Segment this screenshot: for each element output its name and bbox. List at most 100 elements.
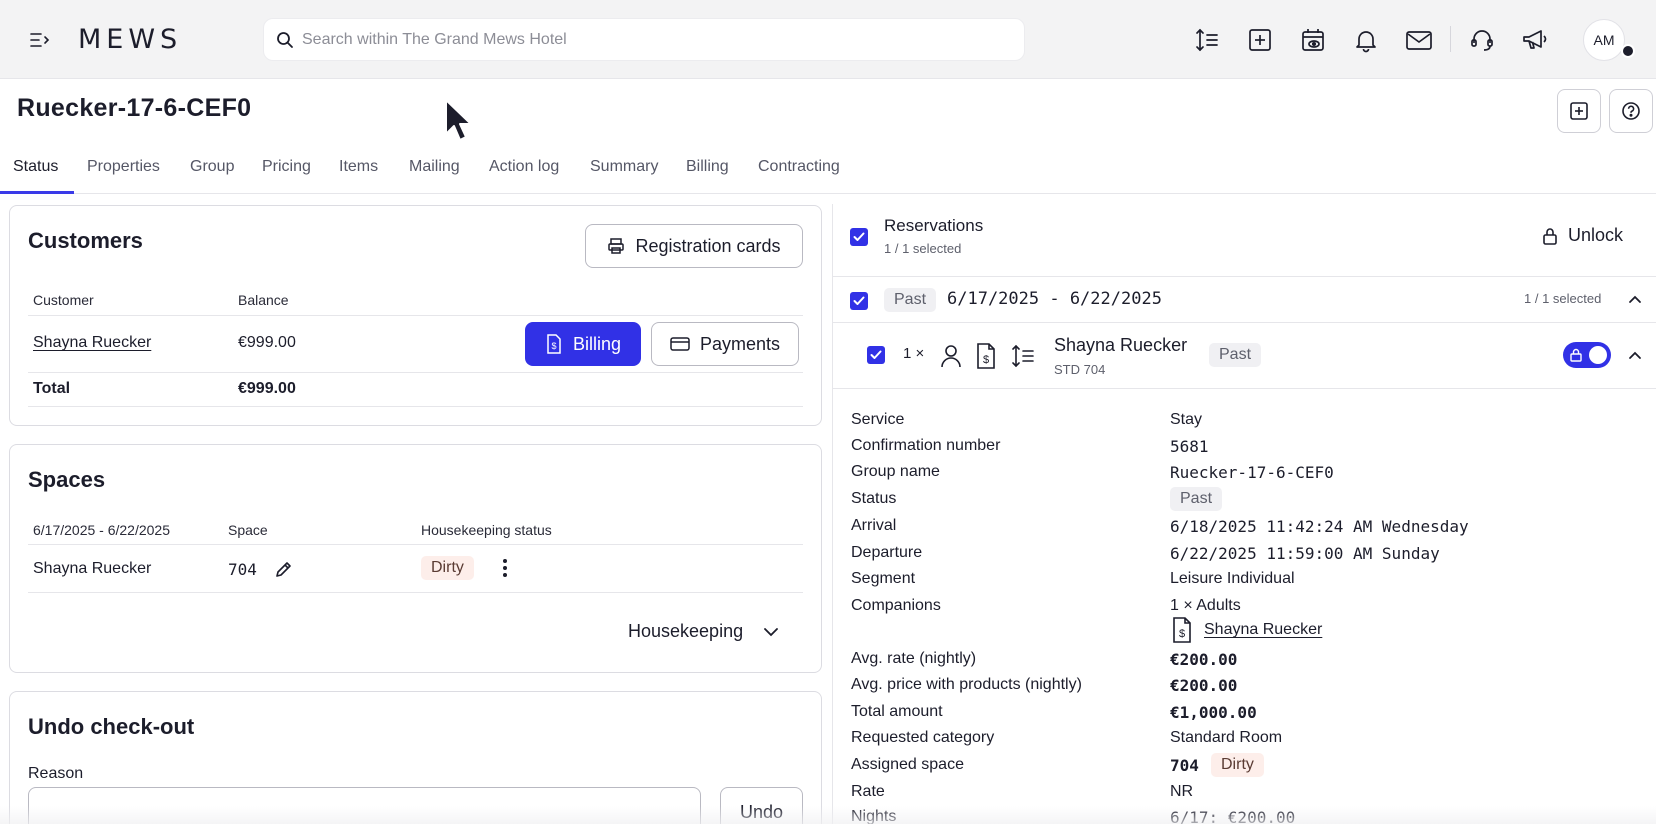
chevron-up-icon[interactable] (1627, 291, 1643, 307)
lock-toggle[interactable] (1563, 342, 1611, 368)
group-dates: 6/17/2025 - 6/22/2025 (947, 289, 1162, 309)
person-icon (940, 344, 962, 368)
space-guest: Shayna Ruecker (33, 560, 152, 577)
sort-lines-icon[interactable] (1011, 344, 1035, 368)
add-item-button[interactable] (1557, 89, 1601, 133)
assigned-space-status-badge: Dirty (1211, 753, 1264, 777)
search-bar[interactable] (263, 18, 1025, 61)
tab-group[interactable]: Group (190, 158, 234, 176)
rate-value: NR (1170, 783, 1194, 800)
lock-icon (1543, 227, 1557, 245)
support-headset-icon[interactable] (1468, 26, 1496, 54)
tab-status[interactable]: Status (13, 158, 58, 176)
svg-text:$: $ (1179, 628, 1185, 640)
group-checkbox[interactable] (850, 292, 868, 310)
add-square-icon[interactable] (1246, 26, 1274, 54)
avg-price-label: Avg. price with products (nightly) (851, 676, 1082, 693)
megaphone-icon[interactable] (1521, 26, 1549, 54)
companion-link[interactable]: Shayna Ruecker (1204, 621, 1322, 639)
status-dot (1621, 44, 1635, 58)
tab-contracting[interactable]: Contracting (758, 158, 840, 176)
spaces-title: Spaces (28, 467, 106, 492)
more-vertical-icon[interactable] (501, 557, 509, 579)
tab-billing[interactable]: Billing (686, 158, 729, 176)
arrival-label: Arrival (851, 517, 897, 534)
divider (28, 315, 803, 316)
credit-card-icon (670, 337, 690, 351)
segment-value: Leisure Individual (1170, 570, 1295, 587)
avg-rate-label: Avg. rate (nightly) (851, 650, 977, 667)
tab-mailing[interactable]: Mailing (409, 158, 460, 176)
bell-icon[interactable] (1352, 26, 1380, 54)
room-code: STD 704 (1054, 362, 1106, 377)
nights-label: Nights (851, 808, 897, 824)
reason-input[interactable] (28, 787, 701, 824)
housekeeping-toggle[interactable]: Housekeeping (628, 621, 743, 642)
departure-label: Departure (851, 544, 923, 561)
service-label: Service (851, 411, 905, 428)
top-bar: MEWS AM (0, 0, 1656, 79)
reservation-guest-name[interactable]: Shayna Ruecker (1054, 335, 1187, 356)
registration-cards-label: Registration cards (635, 235, 781, 256)
invoice-icon[interactable]: $ (1172, 617, 1192, 643)
undo-button[interactable]: Undo (720, 787, 803, 824)
reservations-title: Reservations (884, 216, 984, 235)
select-all-checkbox[interactable] (850, 228, 868, 246)
mews-logo[interactable]: MEWS (78, 22, 182, 58)
calendar-view-icon[interactable] (1299, 26, 1327, 54)
reservation-checkbox[interactable] (867, 346, 885, 364)
tab-properties[interactable]: Properties (87, 158, 160, 176)
mouse-pointer-icon (444, 98, 476, 144)
divider (28, 592, 803, 593)
assigned-space-label: Assigned space (851, 756, 964, 773)
spaces-panel: Spaces 6/17/2025 - 6/22/2025 Space House… (9, 444, 822, 673)
undo-checkout-panel: Undo check-out Reason Undo (9, 691, 822, 824)
reservation-status-badge: Past (1209, 343, 1262, 367)
toolbar-divider (1450, 26, 1451, 52)
nights-value: 6/17: €200.00 (1170, 808, 1296, 824)
col-dates: 6/17/2025 - 6/22/2025 (33, 522, 171, 538)
user-avatar[interactable]: AM (1583, 19, 1625, 61)
status-label: Status (851, 490, 897, 507)
divider (28, 406, 803, 407)
mail-icon[interactable] (1405, 26, 1433, 54)
customer-link[interactable]: Shayna Ruecker (33, 334, 151, 352)
undo-checkout-title: Undo check-out (28, 714, 195, 739)
arrival-value: 6/18/2025 11:42:24 AM Wednesday (1170, 517, 1469, 536)
tab-bar: Status Properties Group Pricing Items Ma… (0, 152, 1656, 194)
search-input[interactable] (302, 19, 1002, 60)
help-button[interactable] (1609, 89, 1653, 133)
page-title: Ruecker-17-6-CEF0 (17, 94, 252, 122)
sort-lines-icon[interactable] (1193, 26, 1221, 54)
tab-action-log[interactable]: Action log (489, 158, 559, 176)
chevron-down-icon[interactable] (762, 623, 780, 641)
housekeeping-status-badge: Dirty (421, 556, 474, 580)
edit-pencil-icon[interactable] (274, 559, 294, 579)
status-badge: Past (1170, 487, 1223, 511)
confirmation-label: Confirmation number (851, 437, 1001, 454)
tab-summary[interactable]: Summary (590, 158, 658, 176)
total-amount-value: €1,000.00 (1170, 703, 1257, 722)
total-label: Total (33, 380, 71, 397)
avg-price-value: €200.00 (1170, 676, 1238, 695)
col-housekeeping-status: Housekeeping status (421, 522, 552, 538)
payments-button[interactable]: Payments (651, 322, 799, 366)
unlock-button[interactable]: Unlock (1542, 225, 1623, 246)
tab-pricing[interactable]: Pricing (262, 158, 311, 176)
requested-category-label: Requested category (851, 729, 995, 746)
billing-button[interactable]: $ Billing (525, 322, 641, 366)
registration-cards-button[interactable]: Registration cards (585, 224, 803, 268)
toggle-knob (1589, 346, 1607, 364)
help-circle-icon (1622, 102, 1640, 120)
invoice-icon[interactable]: $ (976, 343, 996, 369)
tab-items[interactable]: Items (339, 158, 378, 176)
confirmation-value: 5681 (1170, 437, 1209, 456)
menu-collapse-icon[interactable] (28, 28, 52, 52)
add-square-icon (1570, 102, 1588, 120)
total-value: €999.00 (238, 380, 296, 397)
invoice-icon: $ (547, 334, 561, 354)
undo-label: Undo (739, 801, 784, 822)
customer-balance: €999.00 (238, 334, 296, 351)
reservations-panel: Reservations 1 / 1 selected Unlock Past … (832, 204, 1656, 824)
chevron-up-icon[interactable] (1627, 347, 1643, 363)
